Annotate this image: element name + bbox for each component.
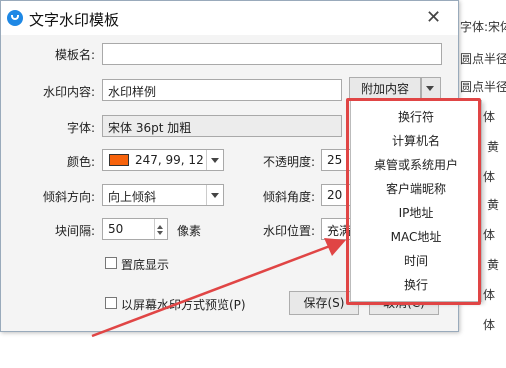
annotation-arrow	[91, 238, 346, 338]
